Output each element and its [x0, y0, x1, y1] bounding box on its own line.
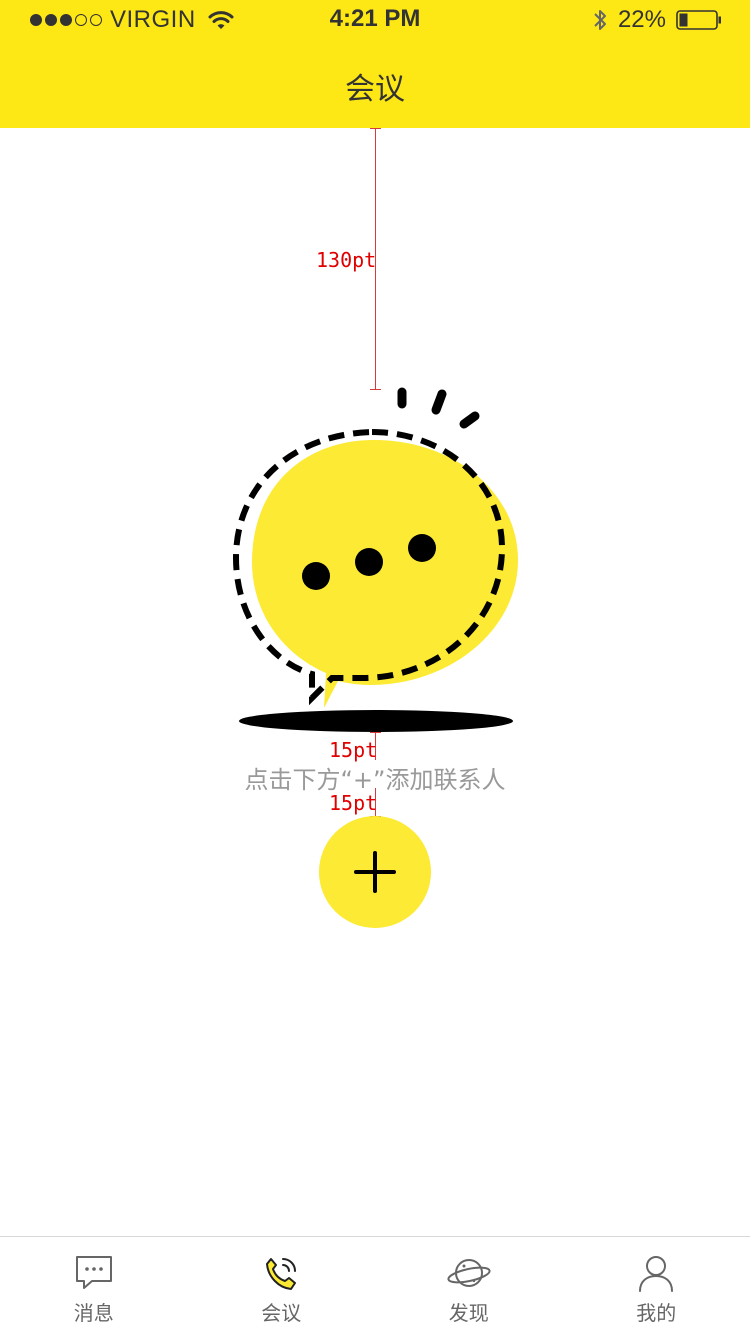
page-title: 会议 — [345, 72, 405, 107]
spacing-label-top: 130pt — [316, 248, 377, 272]
tab-profile[interactable]: 我的 — [563, 1237, 750, 1334]
tab-label: 会议 — [261, 1301, 302, 1325]
tab-label: 消息 — [73, 1301, 114, 1325]
message-icon — [75, 1256, 112, 1289]
spacing-label-below-hint: 15pt — [329, 791, 378, 815]
phone-call-icon — [266, 1258, 297, 1290]
battery-percent: 22% — [617, 6, 666, 33]
tab-bar: 消息 会议 发现 我的 — [0, 1236, 750, 1334]
planet-icon — [447, 1259, 491, 1287]
tab-meeting[interactable]: 会议 — [188, 1237, 376, 1334]
tab-label: 发现 — [448, 1301, 489, 1325]
bluetooth-icon — [594, 10, 606, 30]
battery-icon — [676, 10, 721, 30]
chat-bubble-illustration — [232, 387, 518, 732]
status-bar: VIRGIN 4:21 PM 22% — [0, 0, 750, 40]
tab-messages[interactable]: 消息 — [0, 1237, 188, 1334]
tab-label: 我的 — [636, 1301, 677, 1325]
tab-discover[interactable]: 发现 — [375, 1237, 563, 1334]
spacing-label-above-hint: 15pt — [329, 738, 378, 762]
meeting-page: VIRGIN 4:21 PM 22% 会议 130pt 15pt 点击下方“+”… — [0, 0, 750, 1334]
add-contact-button[interactable] — [319, 816, 431, 928]
person-icon — [639, 1256, 674, 1292]
header: VIRGIN 4:21 PM 22% 会议 — [0, 0, 750, 128]
plus-icon — [354, 851, 396, 893]
